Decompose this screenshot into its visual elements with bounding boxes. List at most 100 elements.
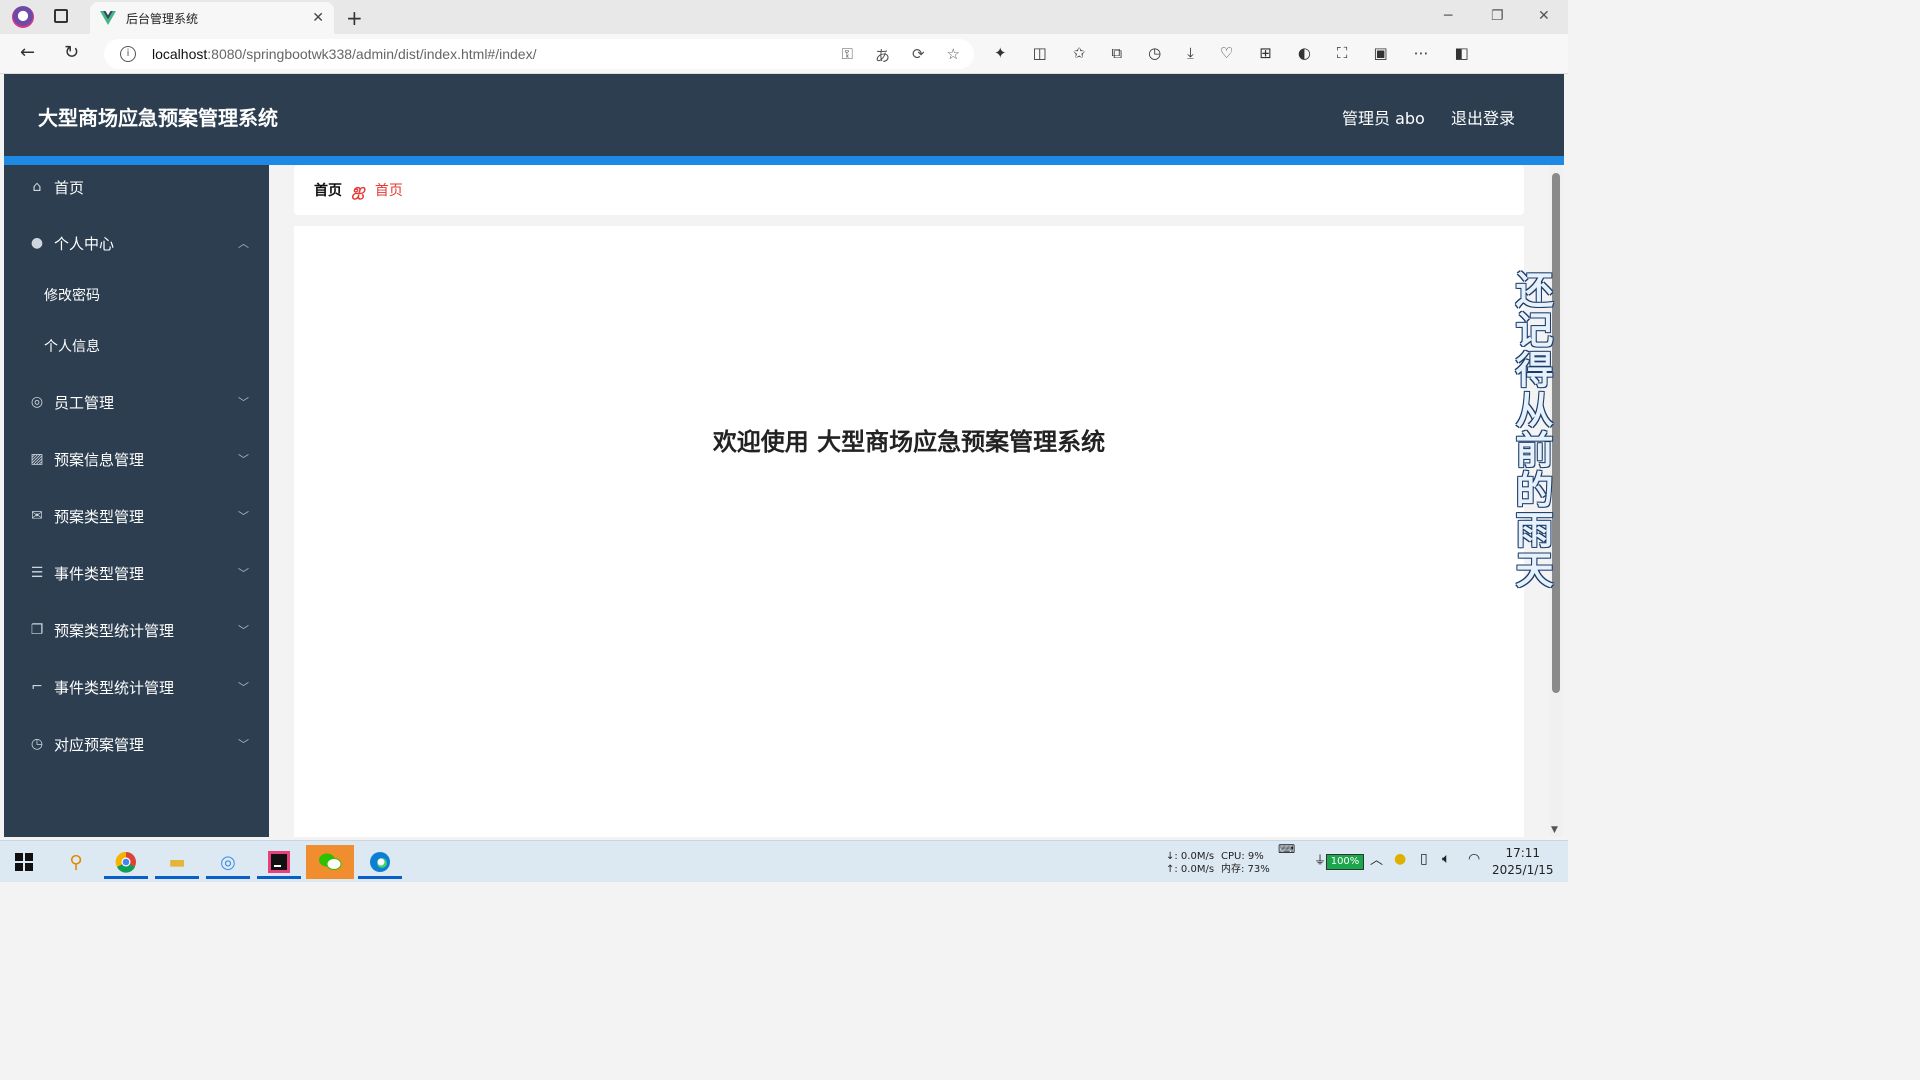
sidebar-item-label: 预案类型统计管理 — [54, 621, 175, 640]
favorites-icon[interactable]: ✩ — [1073, 44, 1086, 62]
address-input[interactable]: i localhost:8080/springbootwk338/admin/d… — [104, 39, 974, 69]
breadcrumb-separator-icon: ஐ — [352, 179, 365, 199]
volume-icon[interactable]: 🔈︎ — [1442, 852, 1450, 866]
chevron-up-icon: ︿ — [238, 237, 249, 250]
breadcrumb: 首页 ஐ 首页 — [294, 165, 1524, 215]
sidebar-item-label: 事件类型统计管理 — [54, 678, 175, 697]
sidebar-item-event-type-stats[interactable]: ⌐ 事件类型统计管理 ﹀ — [4, 665, 269, 709]
battery-indicator[interactable]: 100% — [1326, 854, 1364, 870]
sidebar-item-home[interactable]: ⌂ 首页 — [4, 165, 269, 209]
minimize-icon[interactable]: ─ — [1444, 8, 1452, 24]
system-clock[interactable]: 17:11 2025/1/15 — [1492, 845, 1554, 879]
sidebar-item-personal-center[interactable]: ● 个人中心 ︿ — [4, 221, 269, 265]
collections-icon[interactable]: ⧉ — [1111, 44, 1122, 62]
browser-tab[interactable]: 后台管理系统 ✕ — [90, 2, 334, 34]
taskbar: ⚲ ▬ ◎ ↓: 0.0M/s ↑: 0.0M/s CPU: 9% 内存: 73… — [0, 840, 1568, 882]
chart-icon: ▨ — [30, 451, 44, 467]
sidebar-item-label: 预案信息管理 — [54, 450, 145, 469]
profile-avatar-icon[interactable] — [12, 6, 34, 28]
staff-icon: ◎ — [30, 394, 44, 410]
favorite-star-icon[interactable]: ☆ — [947, 45, 960, 66]
sidebar-item-label: 事件类型管理 — [54, 564, 145, 583]
history-icon[interactable]: ◷ — [1148, 44, 1161, 62]
app-rings-icon[interactable]: ◎ — [206, 845, 250, 879]
new-tab-button[interactable]: + — [346, 6, 363, 30]
extensions-icon[interactable]: ✦ — [994, 44, 1007, 62]
split-screen-icon[interactable]: ◫ — [1033, 44, 1047, 62]
tab-close-icon[interactable]: ✕ — [312, 10, 324, 26]
sidebar-item-related-plans[interactable]: ◷ 对应预案管理 ﹀ — [4, 722, 269, 766]
show-hidden-icons-icon[interactable]: ︿ — [1370, 854, 1383, 867]
app-title: 大型商场应急预案管理系统 — [38, 106, 278, 130]
chevron-down-icon: ﹀ — [238, 510, 249, 523]
input-method-icon[interactable]: ⌨ — [1278, 843, 1295, 856]
sidebar-toggle-icon[interactable]: ▣ — [1373, 44, 1387, 62]
user-icon: ● — [30, 235, 44, 251]
download-icon[interactable]: ⤓ — [1187, 44, 1194, 62]
back-icon[interactable]: ← — [20, 42, 35, 63]
sidebar: ⌂ 首页 ● 个人中心 ︿ 修改密码 个人信息 ◎ 员工管理 ﹀ ▨ 预案信息管… — [4, 165, 269, 837]
start-menu-icon[interactable] — [2, 845, 46, 879]
copilot-icon[interactable]: ◧ — [1455, 44, 1469, 62]
submenu-item-personal-info[interactable]: 个人信息 — [44, 336, 100, 356]
tab-title: 后台管理系统 — [126, 11, 199, 26]
battery-icon[interactable]: ▯ — [1420, 852, 1428, 866]
chevron-down-icon: ﹀ — [238, 396, 249, 409]
chrome-icon[interactable] — [104, 845, 148, 879]
clock-date: 2025/1/15 — [1492, 863, 1554, 877]
wifi-icon[interactable]: ◠ — [1468, 852, 1480, 866]
key-icon[interactable]: ⚿ — [842, 45, 853, 66]
vertical-overlay-text: 还记得从前的雨天 — [1509, 270, 1553, 590]
sidebar-item-plan-info[interactable]: ▨ 预案信息管理 ﹀ — [4, 437, 269, 481]
url-text: localhost:8080/springbootwk338/admin/dis… — [152, 46, 536, 62]
tray-app-icon[interactable]: ● — [1394, 852, 1406, 866]
intellij-icon[interactable] — [257, 845, 301, 879]
search-icon[interactable]: ⚲ — [54, 845, 98, 879]
more-icon[interactable]: ⋯ — [1414, 44, 1429, 62]
sidebar-item-plan-type[interactable]: ✉ 预案类型管理 ﹀ — [4, 494, 269, 538]
edge-browser-icon[interactable] — [358, 845, 402, 879]
breadcrumb-home: 首页 — [314, 183, 342, 199]
chevron-down-icon: ﹀ — [238, 681, 249, 694]
breadcrumb-current[interactable]: 首页 — [375, 180, 403, 200]
sidebar-item-event-type[interactable]: ☰ 事件类型管理 ﹀ — [4, 551, 269, 595]
file-explorer-icon[interactable]: ▬ — [155, 845, 199, 879]
copy-icon: ❐ — [30, 622, 44, 638]
home-icon: ⌂ — [32, 179, 42, 195]
address-toolbar: ← ↻ i localhost:8080/springbootwk338/adm… — [0, 34, 1568, 74]
network-speed: ↓: 0.0M/s ↑: 0.0M/s — [1166, 850, 1214, 876]
current-user: 管理员 abo — [1342, 109, 1425, 128]
close-window-icon[interactable]: ✕ — [1538, 8, 1550, 24]
url-host: localhost — [152, 46, 208, 62]
sidebar-item-staff[interactable]: ◎ 员工管理 ﹀ — [4, 380, 269, 424]
welcome-heading: 欢迎使用 大型商场应急预案管理系统 — [712, 428, 1106, 456]
translate-icon[interactable]: あ — [875, 45, 890, 66]
apps-icon[interactable]: ⊞ — [1259, 44, 1272, 62]
chevron-down-icon: ﹀ — [238, 453, 249, 466]
header-accent-bar — [4, 156, 1564, 165]
main-content: 欢迎使用 大型商场应急预案管理系统 — [294, 226, 1524, 837]
scrollbar-thumb[interactable] — [1552, 173, 1560, 693]
sidebar-item-label: 个人中心 — [54, 234, 115, 253]
refresh-icon[interactable]: ↻ — [64, 42, 79, 63]
submenu-item-change-password[interactable]: 修改密码 — [44, 285, 100, 305]
edge-icon[interactable]: ◐ — [1298, 44, 1311, 62]
sidebar-item-plan-type-stats[interactable]: ❐ 预案类型统计管理 ﹀ — [4, 608, 269, 652]
list-icon: ☰ — [30, 565, 44, 581]
power-plug-icon: ⏚ — [1314, 853, 1327, 867]
sidebar-item-label: 员工管理 — [54, 393, 115, 412]
logout-button[interactable]: 退出登录 — [1451, 105, 1515, 129]
sidebar-item-label: 预案类型管理 — [54, 507, 145, 526]
tab-actions-icon[interactable] — [54, 9, 68, 23]
net-up-speed: ↑: 0.0M/s — [1166, 864, 1215, 875]
site-info-icon[interactable]: i — [120, 46, 136, 62]
app-header: 大型商场应急预案管理系统 管理员 abo 退出登录 — [4, 74, 1564, 156]
cpu-usage: CPU: 9% — [1221, 851, 1264, 862]
scroll-down-icon[interactable]: ▼ — [1551, 825, 1558, 835]
refresh-page-icon[interactable]: ⟳ — [912, 45, 925, 66]
performance-icon[interactable]: ♡ — [1220, 44, 1233, 62]
restore-icon[interactable]: ❐ — [1491, 8, 1504, 24]
screenshot-icon[interactable]: ⛶ — [1337, 44, 1348, 62]
wechat-icon[interactable] — [306, 845, 354, 879]
vue-logo-icon — [100, 11, 116, 25]
